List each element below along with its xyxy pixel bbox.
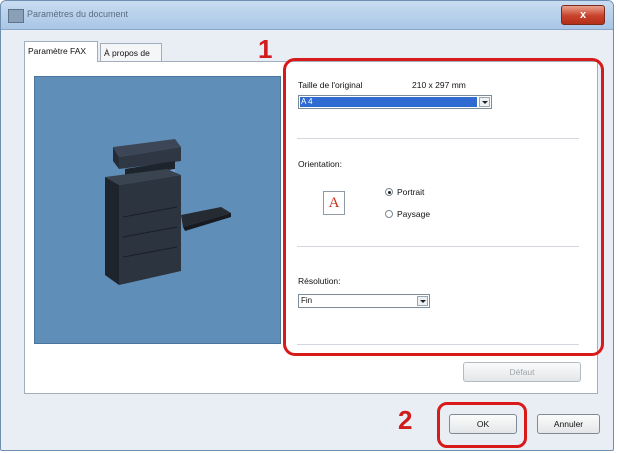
chevron-down-icon[interactable]: [479, 97, 490, 107]
portrait-label[interactable]: Portrait: [397, 187, 424, 197]
portrait-radio[interactable]: [385, 188, 393, 196]
separator: [297, 344, 579, 345]
selection-highlight: [300, 97, 477, 107]
separator: [297, 138, 579, 139]
paper-size-dimensions: 210 x 297 mm: [412, 80, 466, 90]
app-icon: [8, 9, 24, 23]
cancel-button[interactable]: Annuler: [537, 414, 600, 434]
tab-about[interactable]: À propos de: [100, 43, 162, 61]
paper-size-label: Taille de l'original: [298, 80, 363, 90]
printer-icon: [105, 139, 231, 285]
tab-fax-settings[interactable]: Paramètre FAX: [24, 41, 98, 62]
resolution-label: Résolution:: [298, 276, 341, 286]
paper-size-select[interactable]: A 4: [298, 95, 492, 109]
paper-size-value: A 4: [301, 97, 313, 106]
callout-2: 2: [398, 405, 413, 435]
title-bar: Paramètres du document x: [1, 1, 613, 30]
chevron-down-icon[interactable]: [417, 296, 428, 306]
resolution-select[interactable]: Fin: [298, 294, 430, 308]
close-button[interactable]: x: [561, 5, 605, 25]
ok-button[interactable]: OK: [449, 414, 517, 434]
separator: [297, 246, 579, 247]
window-title: Paramètres du document: [27, 9, 129, 19]
resolution-value: Fin: [301, 296, 313, 305]
callout-1: 1: [258, 34, 273, 64]
default-button[interactable]: Défaut: [463, 362, 581, 382]
landscape-label[interactable]: Paysage: [397, 209, 430, 219]
printer-preview: [34, 76, 281, 344]
landscape-radio[interactable]: [385, 210, 393, 218]
orientation-portrait-icon: A: [323, 191, 345, 215]
orientation-label: Orientation:: [298, 159, 342, 169]
